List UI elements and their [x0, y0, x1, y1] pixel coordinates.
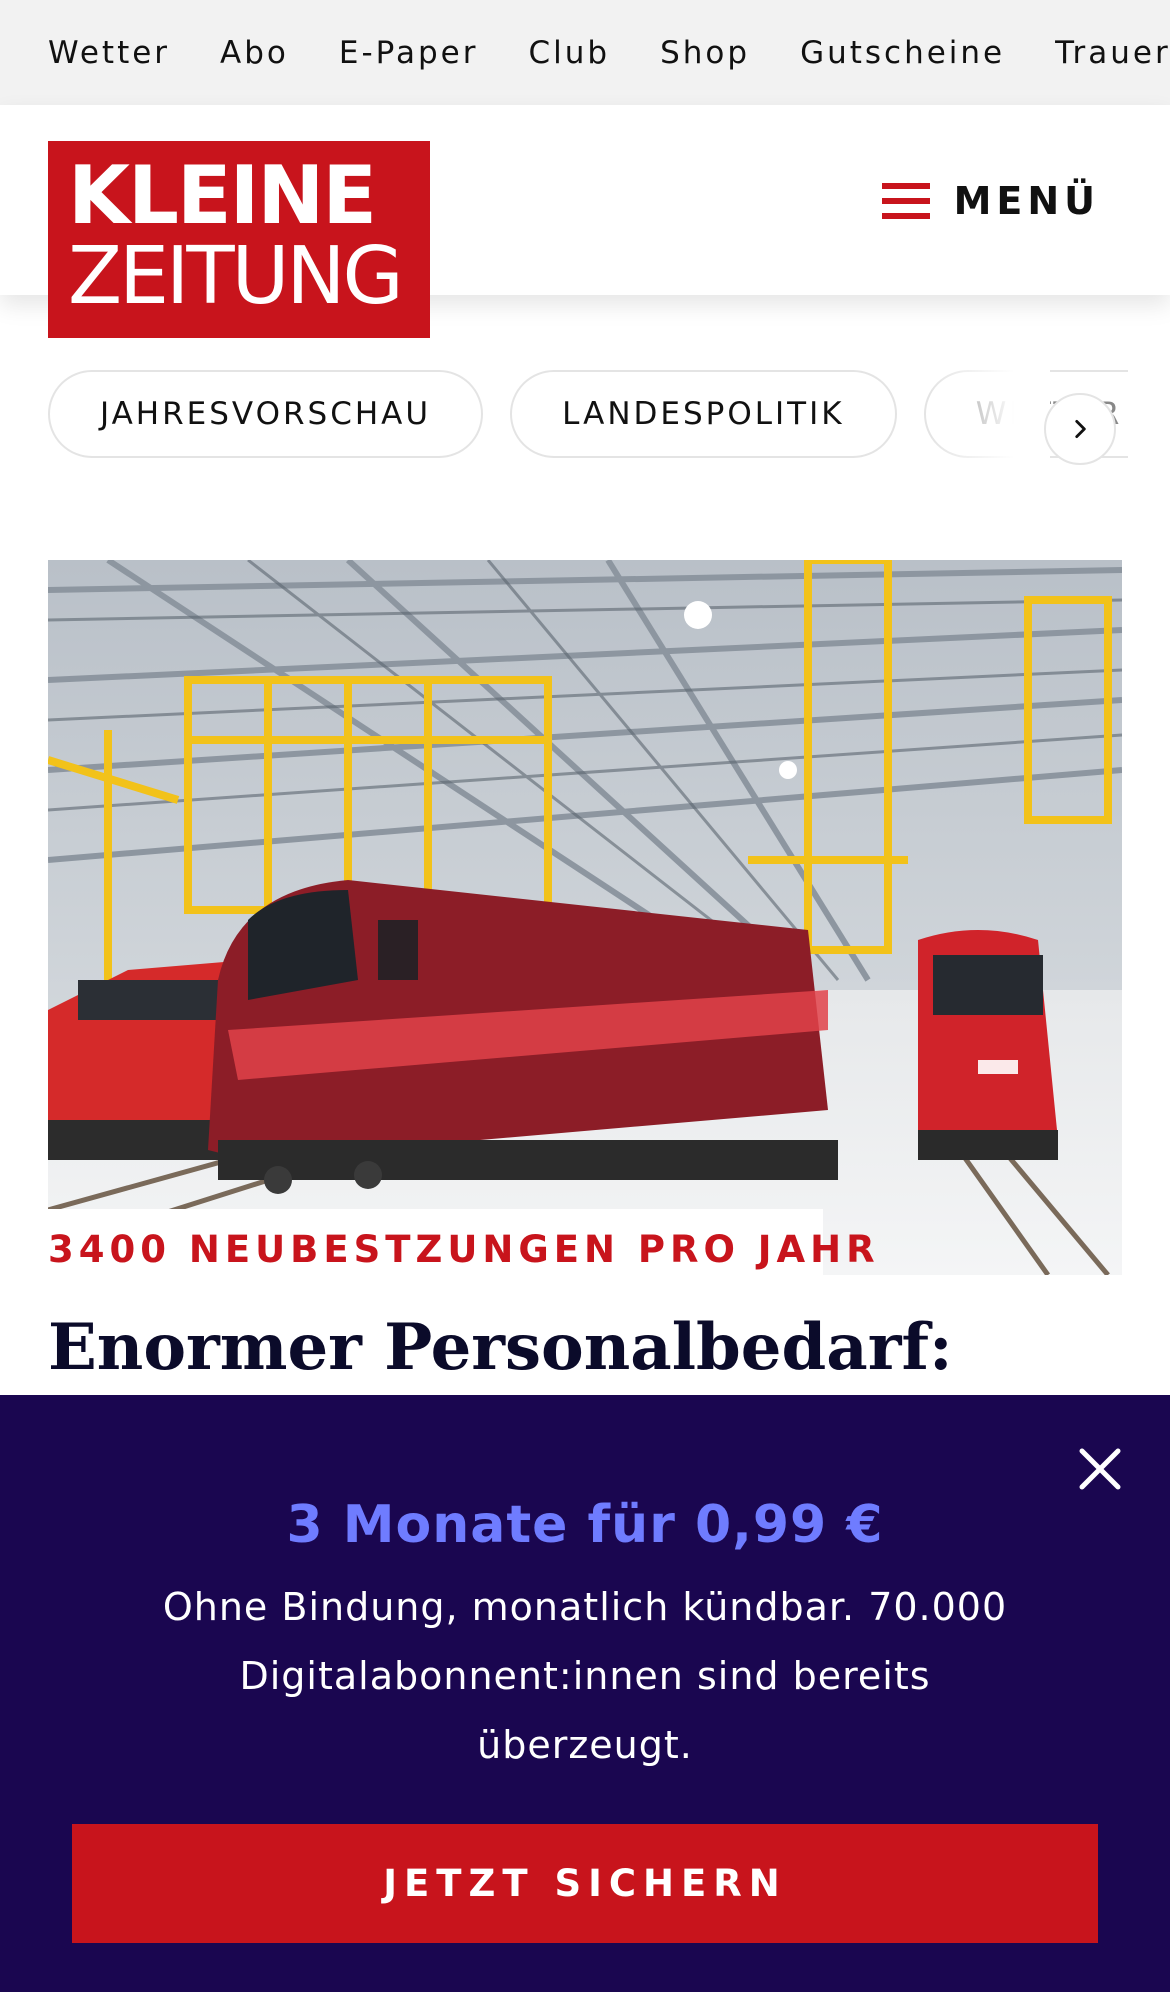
logo-line2: ZEITUNG — [68, 230, 404, 322]
topnav-epaper[interactable]: E-Paper — [339, 35, 479, 71]
promo-title: 3 Monate für 0,99 € — [286, 1495, 884, 1555]
menu-label: MENÜ — [953, 179, 1100, 223]
topic-pill-jahresvorschau[interactable]: JAHRESVORSCHAU — [48, 370, 484, 458]
topnav-abo[interactable]: Abo — [220, 35, 289, 71]
page: Wetter Abo E-Paper Club Shop Gutscheine … — [0, 0, 1170, 1992]
article-headline[interactable]: Enormer Personalbedarf: — [48, 1310, 1118, 1386]
pills-next-button[interactable] — [1044, 393, 1116, 465]
jetzt-sichern-button[interactable]: JETZT SICHERN — [72, 1824, 1098, 1943]
article-kicker: 3400 NEUBESTZUNGEN PRO JAHR — [48, 1228, 880, 1271]
hamburger-icon — [881, 183, 930, 219]
menu-button[interactable]: MENÜ — [881, 173, 1100, 229]
train-hall-illustration — [48, 560, 1122, 1275]
topnav-gutscheine[interactable]: Gutscheine — [800, 35, 1005, 71]
topnav-wetter[interactable]: Wetter — [48, 35, 170, 71]
subscription-promo-banner: 3 Monate für 0,99 € Ohne Bindung, monatl… — [0, 1395, 1170, 1992]
chevron-right-icon — [1075, 420, 1086, 438]
promo-close-button[interactable] — [1076, 1445, 1124, 1493]
topic-pill-landespolitik[interactable]: LANDESPOLITIK — [510, 370, 897, 458]
topnav-shop[interactable]: Shop — [660, 35, 750, 71]
close-icon — [1079, 1448, 1121, 1490]
promo-text: Ohne Bindung, monatlich kündbar. 70.000 … — [162, 1585, 1008, 1767]
site-header: KLEINE ZEITUNG MENÜ — [0, 105, 1170, 338]
topnav-trauerportal[interactable]: Trauerportal — [1055, 35, 1170, 71]
topnav-club[interactable]: Club — [528, 35, 610, 71]
logo-line1: KLEINE — [68, 149, 377, 242]
article-hero-image[interactable] — [48, 560, 1122, 1275]
top-utility-nav: Wetter Abo E-Paper Club Shop Gutscheine … — [0, 0, 1170, 105]
pills-fade-overlay — [930, 360, 1050, 470]
kleine-zeitung-logo[interactable]: KLEINE ZEITUNG — [48, 141, 430, 338]
